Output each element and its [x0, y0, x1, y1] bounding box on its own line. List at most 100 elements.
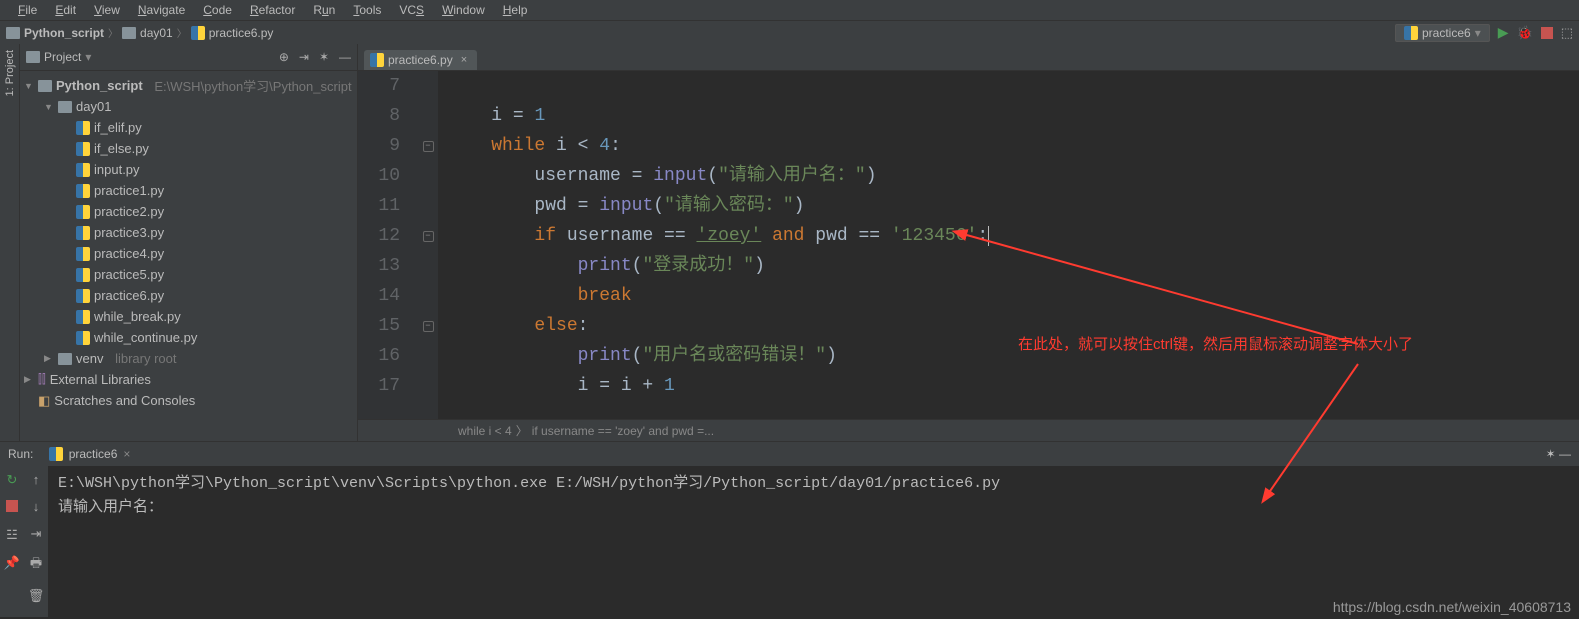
- wrap-icon[interactable]: ⇥: [31, 526, 42, 542]
- menu-window[interactable]: Window: [434, 1, 493, 19]
- python-icon: [76, 331, 90, 345]
- crumb-root[interactable]: Python_script: [6, 26, 104, 40]
- chevron-icon: 〉: [108, 25, 118, 40]
- console-output[interactable]: E:\WSH\python学习\Python_script\venv\Scrip…: [48, 466, 1579, 617]
- tree-ext-lib[interactable]: External Libraries: [50, 372, 151, 387]
- gear-icon[interactable]: ✶ —: [1546, 447, 1571, 461]
- tree-file[interactable]: input.py: [94, 162, 140, 177]
- up-icon[interactable]: ↑: [33, 472, 40, 487]
- chevron-icon: 〉: [177, 25, 187, 40]
- watermark: https://blog.csdn.net/weixin_40608713: [1333, 599, 1571, 615]
- console-line: E:\WSH\python学习\Python_script\venv\Scrip…: [58, 472, 1569, 496]
- tree-dir-day01[interactable]: day01: [76, 99, 111, 114]
- debug-button[interactable]: 🐞: [1517, 25, 1533, 41]
- run-toolbar-left: ↻ ☳ 📌: [0, 466, 24, 617]
- python-icon: [370, 53, 384, 67]
- scope-icon[interactable]: ⊕: [279, 50, 289, 64]
- menu-bar: File Edit View Navigate Code Refactor Ru…: [0, 0, 1579, 20]
- hide-icon[interactable]: —: [339, 50, 351, 64]
- project-tool-button[interactable]: 1: Project: [4, 50, 16, 96]
- tree-file[interactable]: while_continue.py: [94, 330, 197, 345]
- menu-vcs[interactable]: VCS: [391, 1, 432, 19]
- python-icon: [76, 163, 90, 177]
- fold-column[interactable]: −−−: [418, 71, 438, 419]
- project-tree[interactable]: ▼Python_script E:\WSH\python学习\Python_sc…: [20, 71, 357, 441]
- tree-venv[interactable]: venv: [76, 351, 103, 366]
- python-icon: [76, 121, 90, 135]
- menu-view[interactable]: View: [86, 1, 128, 19]
- project-panel: Project ▾ ⊕ ⇥ ✶ — ▼Python_script E:\WSH\…: [20, 44, 358, 441]
- run-config-selector[interactable]: practice6▾: [1395, 24, 1490, 42]
- python-icon: [49, 447, 63, 461]
- tree-file[interactable]: while_break.py: [94, 309, 181, 324]
- scratches-icon: ◧: [38, 393, 50, 409]
- rerun-button[interactable]: ↻: [7, 472, 18, 488]
- tree-file[interactable]: if_else.py: [94, 141, 149, 156]
- folder-icon: [58, 101, 72, 113]
- run-panel-title: Run:: [8, 447, 33, 461]
- tree-scratches[interactable]: Scratches and Consoles: [54, 393, 195, 408]
- tree-file[interactable]: practice1.py: [94, 183, 164, 198]
- python-icon: [191, 26, 205, 40]
- tree-file[interactable]: practice5.py: [94, 267, 164, 282]
- python-icon: [76, 226, 90, 240]
- run-tab[interactable]: practice6: [69, 447, 118, 461]
- gear-icon[interactable]: ✶: [319, 50, 329, 64]
- python-icon: [76, 310, 90, 324]
- python-icon: [76, 268, 90, 282]
- print-icon[interactable]: 🖶: [30, 554, 42, 576]
- trash-icon[interactable]: 🗑: [28, 588, 45, 604]
- tree-file[interactable]: practice3.py: [94, 225, 164, 240]
- close-tab-icon[interactable]: ×: [461, 54, 467, 66]
- editor: practice6.py× 7891011121314151617 −−− i …: [358, 44, 1579, 441]
- navigation-bar: Python_script 〉 day01 〉 practice6.py pra…: [0, 20, 1579, 44]
- menu-code[interactable]: Code: [195, 1, 240, 19]
- down-icon[interactable]: ↓: [33, 499, 40, 514]
- project-panel-title: Project: [44, 50, 81, 64]
- breadcrumb-trail: while i < 4〉if username == 'zoey' and pw…: [358, 419, 1579, 441]
- menu-navigate[interactable]: Navigate: [130, 1, 193, 19]
- menu-file[interactable]: File: [10, 1, 45, 19]
- python-icon: [1404, 26, 1418, 40]
- folder-icon: [58, 353, 72, 365]
- layout-icon[interactable]: ☳: [6, 527, 18, 543]
- tree-root[interactable]: Python_script: [56, 78, 143, 93]
- tree-file[interactable]: practice6.py: [94, 288, 164, 303]
- tree-file[interactable]: if_elif.py: [94, 120, 142, 135]
- menu-refactor[interactable]: Refactor: [242, 1, 303, 19]
- python-icon: [76, 184, 90, 198]
- annotation-text: 在此处，就可以按住ctrl键，然后用鼠标滚动调整字体大小了: [1018, 334, 1413, 356]
- code-area[interactable]: 7891011121314151617 −−− i = 1 while i < …: [358, 71, 1579, 419]
- collapse-icon[interactable]: ⇥: [299, 50, 309, 64]
- python-icon: [76, 247, 90, 261]
- menu-help[interactable]: Help: [495, 1, 536, 19]
- code-text[interactable]: i = 1 while i < 4: username = input("请输入…: [438, 71, 1579, 419]
- crumb-dir[interactable]: day01: [122, 26, 173, 40]
- line-gutter: 7891011121314151617: [358, 71, 418, 419]
- python-icon: [76, 142, 90, 156]
- python-icon: [76, 205, 90, 219]
- stop-button[interactable]: [1541, 27, 1553, 39]
- python-icon: [76, 289, 90, 303]
- folder-icon: [26, 51, 40, 63]
- stop-button[interactable]: [6, 500, 18, 515]
- tree-file[interactable]: practice4.py: [94, 246, 164, 261]
- editor-tab[interactable]: practice6.py×: [364, 50, 477, 70]
- search-icon[interactable]: ⬚: [1561, 25, 1573, 41]
- library-icon: ⫿⫿: [38, 372, 46, 387]
- folder-icon: [6, 27, 20, 39]
- close-icon[interactable]: ×: [123, 447, 130, 461]
- menu-run[interactable]: Run: [305, 1, 343, 19]
- left-gutter: 1: Project: [0, 44, 20, 441]
- crumb-file[interactable]: practice6.py: [191, 26, 274, 40]
- pin-icon[interactable]: 📌: [4, 555, 20, 571]
- tree-file[interactable]: practice2.py: [94, 204, 164, 219]
- folder-icon: [122, 27, 136, 39]
- run-toolbar-right: ↑ ↓ ⇥ 🖶 🗑: [24, 466, 48, 617]
- run-button[interactable]: ▶: [1498, 24, 1509, 41]
- run-panel: Run: practice6 × ✶ — ↻ ☳ 📌 ↑ ↓ ⇥ 🖶 🗑 E:\W…: [0, 441, 1579, 617]
- console-line: 请输入用户名：: [58, 496, 1569, 520]
- menu-edit[interactable]: Edit: [47, 1, 84, 19]
- menu-tools[interactable]: Tools: [345, 1, 389, 19]
- folder-icon: [38, 80, 52, 92]
